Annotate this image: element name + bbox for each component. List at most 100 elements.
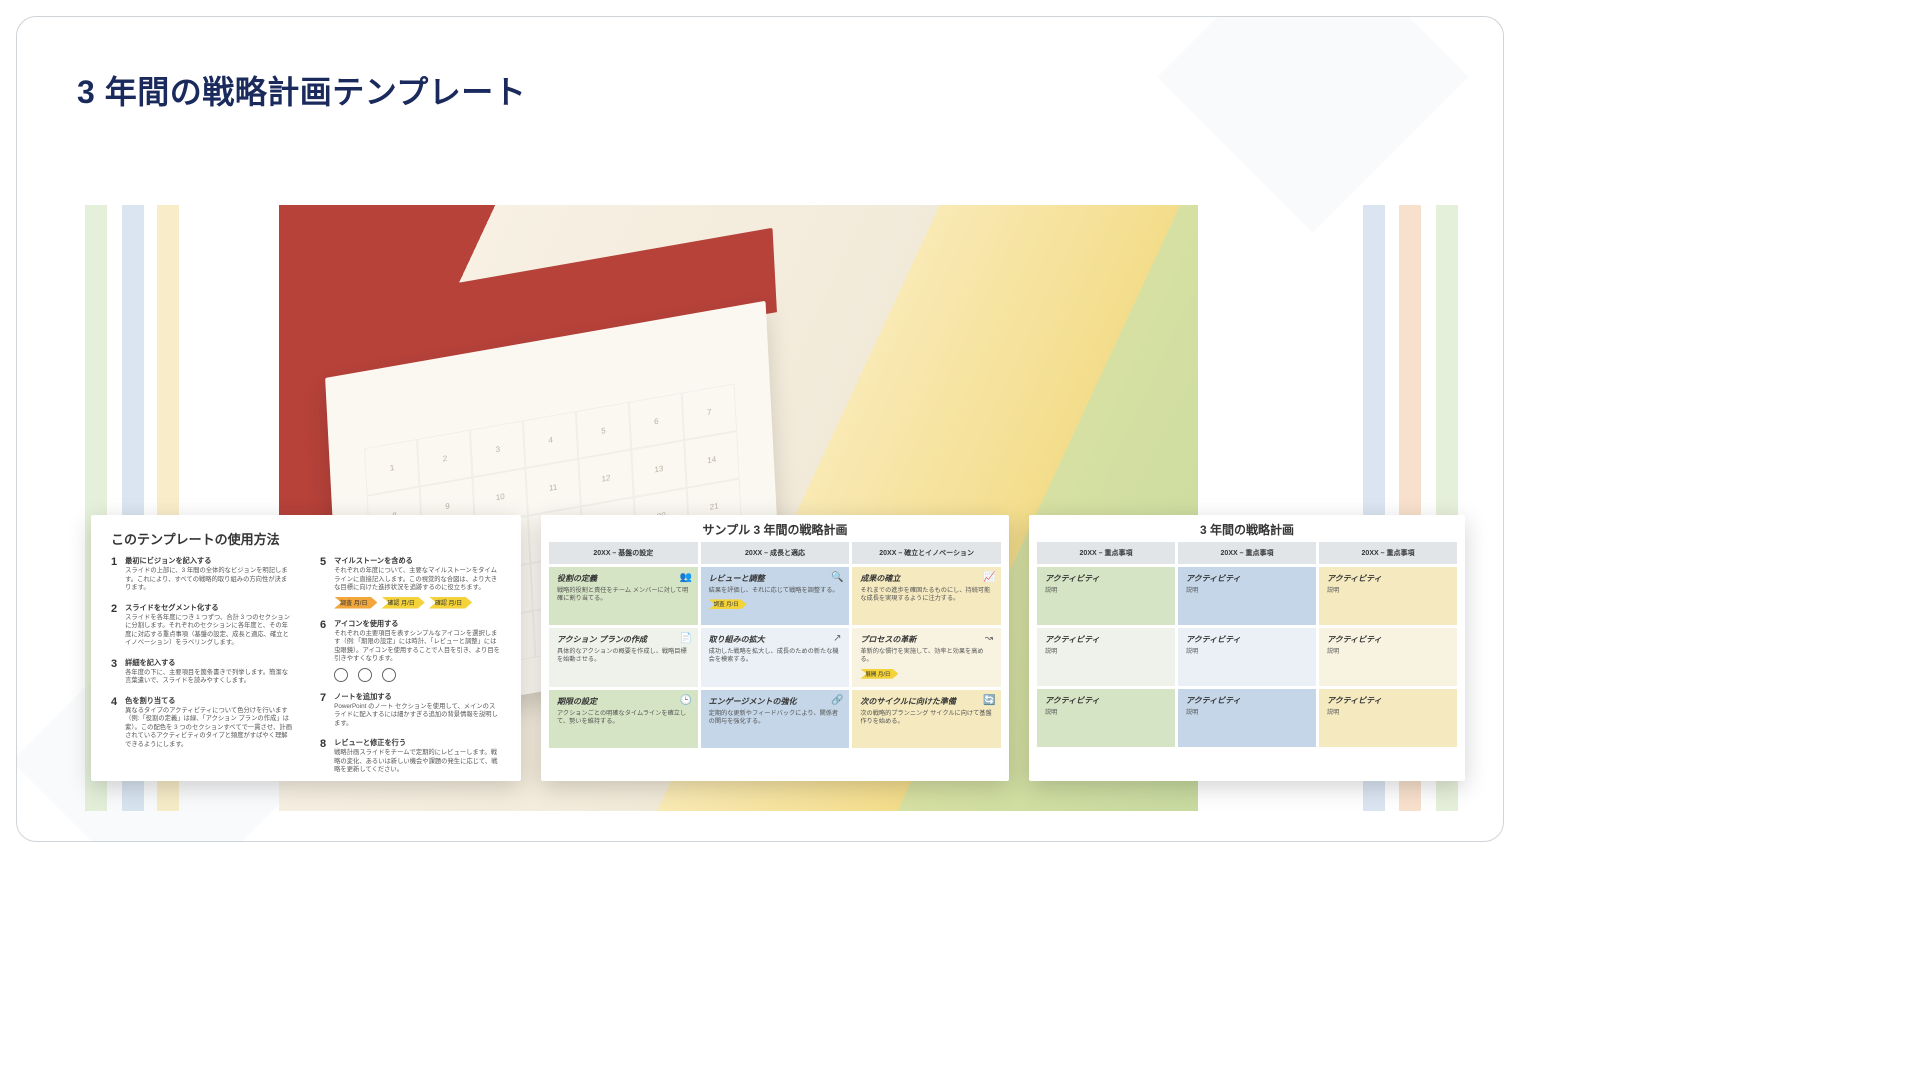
milestone-chip: 調査 月/日 <box>334 597 377 609</box>
slide-canvas: 3 年間の戦略計画テンプレート 123456789101112131415161… <box>16 16 1504 842</box>
milestone-chips: 調査 月/日確認 月/日確認 月/日 <box>334 597 501 609</box>
instruction-number: 4 <box>111 696 117 750</box>
plan-column-header: 20XX – 重点事項 <box>1037 542 1175 564</box>
plan-cell-title: エンゲージメントの強化 <box>709 696 842 707</box>
plan-cell-desc: 成功した戦略を拡大し、成長のための新たな機会を模索する。 <box>709 648 842 665</box>
plan-cell: アクティビティ説明 <box>1178 628 1316 686</box>
plan-cell: アクティビティ説明 <box>1178 689 1316 747</box>
instruction-text: PowerPoint のノート セクションを使用して、メインのスライドに配入する… <box>334 703 501 729</box>
instruction-item: 7 ノートを追加するPowerPoint のノート セクションを使用して、メインの… <box>320 692 501 729</box>
plan-column-header: 20XX – 重点事項 <box>1178 542 1316 564</box>
plan-cell-title: アクティビティ <box>1327 695 1449 706</box>
instruction-number: 7 <box>320 692 326 729</box>
instruction-item: 3詳細を記入する各年度の下に、主要項目を箇条書きで列挙します。簡潔な言葉遣いで、… <box>111 658 292 686</box>
instruction-heading: 最初にビジョンを記入する <box>125 556 292 566</box>
plan-cell: エンゲージメントの強化定期的な更新やフィードバックにより、関係者の関与を強化する… <box>701 690 850 748</box>
plan-cell-desc: 説明 <box>1186 648 1308 656</box>
instruction-item: 6アイコンを使用するそれぞれの主要項目を表すシンプルなアイコンを選択します（例:… <box>320 619 501 682</box>
card3-title: 3 年間の戦略計画 <box>1029 515 1465 542</box>
page-title: 3 年間の戦略計画テンプレート <box>77 67 526 113</box>
milestone-chip: 確認 月/日 <box>429 597 472 609</box>
plan-cell-title: アクティビティ <box>1186 573 1308 584</box>
plan-cell: プロセスの革新革新的な慣行を実施して、効率と効果を高める。↝展開 月/日 <box>852 628 1001 687</box>
milestone-chip: 調査 月/日 <box>709 599 747 609</box>
plan-cell-desc: 説明 <box>1186 709 1308 717</box>
chart-icon: 📈 <box>983 572 995 584</box>
instruction-text: 異なるタイプのアクティビティについて色分けを行います（例:「役割の定義」は緑、「… <box>125 707 292 750</box>
plan-cell-desc: それまでの進歩を確固たるものにし、持続可能な成長を実現するように注力する。 <box>860 587 993 604</box>
plan-column-header: 20XX – 成長と適応 <box>701 542 850 564</box>
people-icon: 👥 <box>680 572 692 584</box>
instruction-text: スライドを各年度につき 1 つずつ、合計 3 つのセクションに分割します。それぞ… <box>125 614 292 648</box>
instruction-number: 6 <box>320 619 326 682</box>
instruction-number: 2 <box>111 603 117 648</box>
plan-cell: アクティビティ説明 <box>1319 628 1457 686</box>
instruction-heading: アイコンを使用する <box>334 619 501 629</box>
plan-cell: アクティビティ説明 <box>1037 567 1175 625</box>
instruction-number: 1 <box>111 556 117 593</box>
plan-cell-title: アクション プランの作成 <box>557 634 690 645</box>
plan-cell-title: 期限の設定 <box>557 696 690 707</box>
thumbnail-blank-plan: 3 年間の戦略計画 20XX – 重点事項20XX – 重点事項20XX – 重… <box>1029 515 1465 781</box>
plan-cell-title: 次のサイクルに向けた準備 <box>860 696 993 707</box>
instruction-item: 5 マイルストーンを含めるそれぞれの年度について、主要なマイルストーンをタイムライ… <box>320 556 501 609</box>
plan-cell-title: アクティビティ <box>1186 634 1308 645</box>
search-icon <box>358 668 372 682</box>
plan-cell-title: レビューと調整 <box>709 573 842 584</box>
instruction-item: 1最初にビジョンを記入するスライドの上部に、3 年間の全体的なビジョンを明記しま… <box>111 556 292 593</box>
clock-icon: 🕒 <box>680 695 692 707</box>
instruction-number: 5 <box>320 556 326 609</box>
plan-cell-desc: 説明 <box>1045 648 1167 656</box>
sample-plan-grid: 20XX – 基盤の設定20XX – 成長と適応20XX – 確立とイノベーショ… <box>541 542 1009 756</box>
milestone-chip: 確認 月/日 <box>381 597 424 609</box>
slide-frame: 3 年間の戦略計画テンプレート 123456789101112131415161… <box>0 0 1520 858</box>
instruction-item: 8レビューと修正を行う戦略計画スライドをチームで定期的にレビューします。戦略の変… <box>320 738 501 775</box>
plan-cell-desc: 説明 <box>1186 587 1308 595</box>
plan-cell-title: 成果の確立 <box>860 573 993 584</box>
plan-cell-desc: 定期的な更新やフィードバックにより、関係者の関与を強化する。 <box>709 710 842 727</box>
plan-cell: 成果の確立それまでの進歩を確固たるものにし、持続可能な成長を実現するように注力す… <box>852 567 1001 625</box>
instruction-heading: スライドをセグメント化する <box>125 603 292 613</box>
plan-cell: アクティビティ説明 <box>1178 567 1316 625</box>
thumbnail-instructions: このテンプレートの使用方法 1最初にビジョンを記入するスライドの上部に、3 年間… <box>91 515 521 781</box>
plan-cell: 役割の定義戦略的役割と責任をチーム メンバーに対して明確に割り当てる。 👥 <box>549 567 698 625</box>
plan-cell: アクション プランの作成具体的なアクションの概要を作成し、戦略目標を始動させる。… <box>549 628 698 687</box>
plan-cell-desc: 次の戦略的プランニング サイクルに向けて基盤作りを始める。 <box>860 710 993 727</box>
instruction-heading: マイルストーンを含める <box>334 556 501 566</box>
plan-cell: アクティビティ説明 <box>1037 628 1175 686</box>
card1-title: このテンプレートの使用方法 <box>111 529 501 556</box>
instruction-heading: ノートを追加する <box>334 692 501 702</box>
refresh-icon: 🔄 <box>983 695 995 707</box>
plan-cell: 期限の設定アクションごとの明確なタイムラインを確立して、勢いを維持する。🕒 <box>549 690 698 748</box>
sample-icons-row <box>334 668 501 682</box>
thumbnail-sample-plan: サンプル 3 年間の戦略計画 20XX – 基盤の設定20XX – 成長と適応2… <box>541 515 1009 781</box>
instruction-text: それぞれの年度について、主要なマイルストーンをタイムラインに直接記入します。この… <box>334 567 501 593</box>
instruction-item: 4 色を割り当てる異なるタイプのアクティビティについて色分けを行います（例:「役割… <box>111 696 292 750</box>
instruction-text: 各年度の下に、主要項目を箇条書きで列挙します。簡潔な言葉遣いで、スライドを読みや… <box>125 669 292 686</box>
plan-cell: 取り組みの拡大成功した戦略を拡大し、成長のための新たな機会を模索する。 ↗ <box>701 628 850 687</box>
plan-cell-title: 取り組みの拡大 <box>709 634 842 645</box>
instruction-heading: 色を割り当てる <box>125 696 292 706</box>
plan-cell-title: アクティビティ <box>1327 634 1449 645</box>
instructions-right: 5 マイルストーンを含めるそれぞれの年度について、主要なマイルストーンをタイムライ… <box>320 556 501 775</box>
plan-cell-desc: 説明 <box>1327 587 1449 595</box>
plan-cell-desc: 戦略的役割と責任をチーム メンバーに対して明確に割り当てる。 <box>557 587 690 604</box>
clock-icon <box>334 668 348 682</box>
plan-cell-title: アクティビティ <box>1045 573 1167 584</box>
plan-cell: レビューと調整結果を評価し、それに応じて戦略を調整する。🔍調査 月/日 <box>701 567 850 625</box>
plan-cell-title: 役割の定義 <box>557 573 690 584</box>
plan-cell: アクティビティ説明 <box>1319 567 1457 625</box>
milestone-chip: 展開 月/日 <box>860 669 898 679</box>
card2-title: サンプル 3 年間の戦略計画 <box>541 515 1009 542</box>
doc-icon: 📄 <box>680 633 692 645</box>
plan-cell-title: アクティビティ <box>1045 695 1167 706</box>
plan-cell-title: アクティビティ <box>1045 634 1167 645</box>
expand-icon: ↗ <box>831 633 843 645</box>
instruction-text: 戦略計画スライドをチームで定期的にレビューします。戦略の変化、あるいは新しい機会… <box>334 749 501 775</box>
plan-column-header: 20XX – 基盤の設定 <box>549 542 698 564</box>
plan-column-header: 20XX – 確立とイノベーション <box>852 542 1001 564</box>
plan-cell-title: アクティビティ <box>1186 695 1308 706</box>
share-icon: 🔗 <box>831 695 843 707</box>
plan-cell-title: アクティビティ <box>1327 573 1449 584</box>
instruction-item: 2 スライドをセグメント化するスライドを各年度につき 1 つずつ、合計 3 つのセ… <box>111 603 292 648</box>
